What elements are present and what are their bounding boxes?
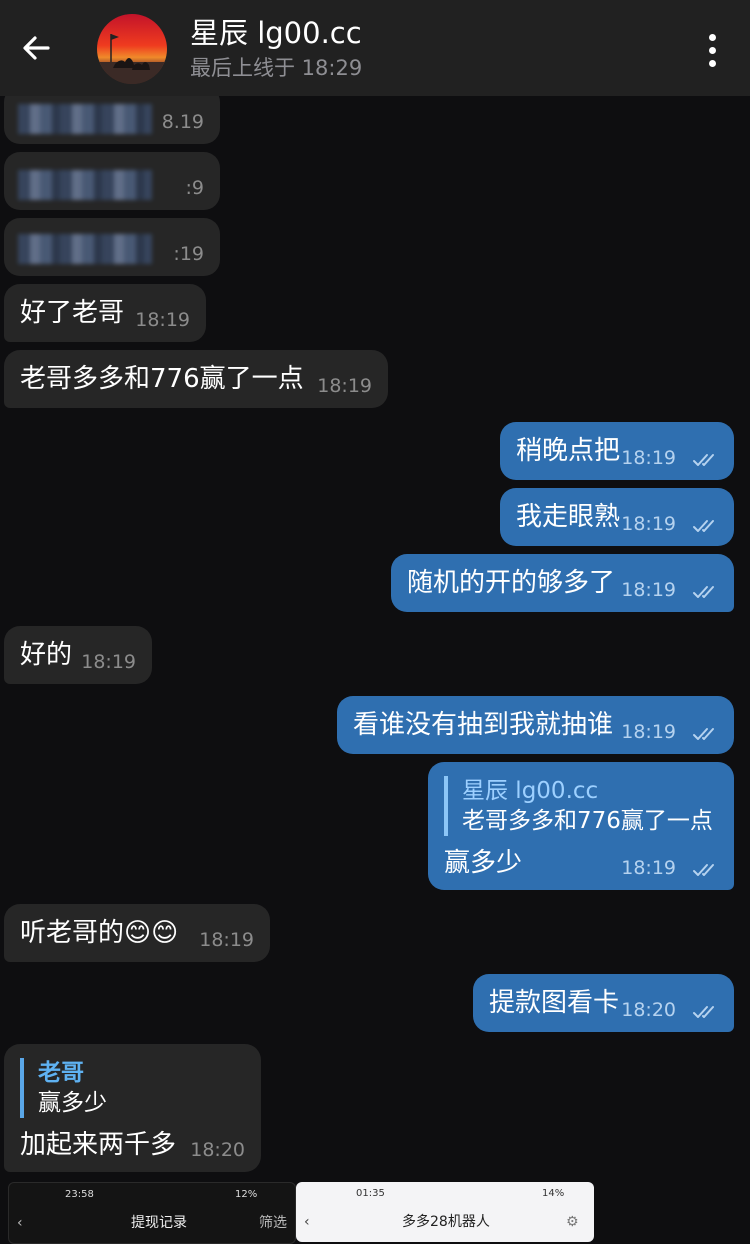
message-time: 18:19	[81, 651, 136, 673]
message-time: 18:19	[621, 721, 676, 743]
more-vertical-icon	[708, 33, 716, 67]
double-check-icon	[693, 520, 714, 532]
message-time: 18:20	[621, 999, 676, 1021]
message-text: 我走眼熟	[516, 502, 621, 532]
avatar[interactable]	[97, 14, 167, 84]
message-text: 好了老哥	[20, 298, 125, 328]
message-text: 稍晚点把	[516, 436, 621, 466]
avatar-image	[97, 34, 167, 84]
status-battery: 12%	[235, 1189, 258, 1200]
back-button[interactable]	[14, 26, 58, 70]
message-time: 18:19	[621, 513, 676, 535]
last-seen-status: 最后上线于 18:29	[190, 56, 363, 80]
message-incoming[interactable]: 好了老哥 18:19	[4, 284, 206, 342]
status-clock: 01:35	[356, 1188, 385, 1199]
chat-header: 星辰 lg00.cc 最后上线于 18:29	[0, 0, 750, 96]
more-menu-button[interactable]	[692, 28, 732, 72]
message-outgoing[interactable]: 我走眼熟 18:19	[500, 488, 734, 546]
message-outgoing[interactable]: 提款图看卡 18:20	[473, 974, 734, 1032]
message-text: 好的	[20, 640, 73, 670]
message-time: 18:19	[621, 579, 676, 601]
message-incoming[interactable]: 听老哥的😊😊 18:19	[4, 904, 270, 962]
message-outgoing-reply[interactable]: 星辰 lg00.cc 老哥多多和776赢了一点 赢多少 18:19	[428, 762, 734, 890]
message-text: 随机的开的够多了	[407, 568, 616, 598]
message-time: 18:19	[621, 857, 676, 879]
nav-back-icon: ‹	[304, 1214, 310, 1230]
reply-author: 老哥	[38, 1060, 84, 1086]
message-time: :9	[185, 177, 205, 199]
message-text: 听老哥的😊😊	[20, 918, 179, 948]
arrow-left-icon	[23, 36, 50, 60]
double-check-icon	[693, 586, 714, 598]
reply-quote[interactable]: 老哥 赢多少	[20, 1058, 107, 1118]
chat-title[interactable]: 星辰 lg00.cc	[190, 14, 362, 52]
message-outgoing[interactable]: 看谁没有抽到我就抽谁 18:19	[337, 696, 734, 754]
message-incoming-reply[interactable]: 老哥 赢多少 加起来两千多 18:20	[4, 1044, 261, 1172]
message-outgoing[interactable]: 稍晚点把 18:19	[500, 422, 734, 480]
filter-label: 筛选	[259, 1215, 287, 1231]
message-time: 8.19	[161, 111, 204, 133]
message-time: 18:19	[621, 447, 676, 469]
message-text: 看谁没有抽到我就抽谁	[353, 710, 614, 740]
screen-title: 多多28机器人	[402, 1214, 490, 1230]
message-text: 赢多少	[444, 848, 523, 878]
double-check-icon	[693, 728, 714, 740]
reply-author: 星辰 lg00.cc	[462, 778, 599, 804]
attached-screenshot-right[interactable]: 01:35 14% ‹ 多多28机器人 ⚙	[296, 1182, 594, 1242]
message-blurred[interactable]: :9	[4, 152, 220, 210]
blurred-content	[18, 104, 152, 134]
double-check-icon	[693, 1006, 714, 1018]
message-incoming[interactable]: 老哥多多和776赢了一点 18:19	[4, 350, 388, 408]
double-check-icon	[693, 864, 714, 876]
status-battery: 14%	[542, 1188, 565, 1199]
settings-gear-icon: ⚙	[566, 1214, 579, 1230]
status-clock: 23:58	[65, 1189, 94, 1200]
nav-back-icon: ‹	[17, 1215, 23, 1231]
message-time: 18:19	[135, 309, 190, 331]
screen-title: 提现记录	[131, 1215, 187, 1231]
reply-text: 赢多少	[38, 1090, 107, 1116]
blurred-content	[18, 170, 152, 200]
message-text: 加起来两千多	[20, 1130, 177, 1160]
message-outgoing[interactable]: 随机的开的够多了 18:19	[391, 554, 734, 612]
reply-quote[interactable]: 星辰 lg00.cc 老哥多多和776赢了一点	[444, 776, 713, 836]
message-time: :19	[173, 243, 204, 265]
reply-text: 老哥多多和776赢了一点	[462, 808, 713, 834]
message-time: 18:19	[199, 929, 254, 951]
message-text: 老哥多多和776赢了一点	[20, 364, 304, 394]
message-incoming[interactable]: 好的 18:19	[4, 626, 152, 684]
blurred-content	[18, 234, 152, 264]
message-time: 18:20	[190, 1139, 245, 1161]
message-text: 提款图看卡	[489, 988, 620, 1018]
double-check-icon	[693, 454, 714, 466]
message-time: 18:19	[317, 375, 372, 397]
message-blurred[interactable]: :19	[4, 218, 220, 276]
